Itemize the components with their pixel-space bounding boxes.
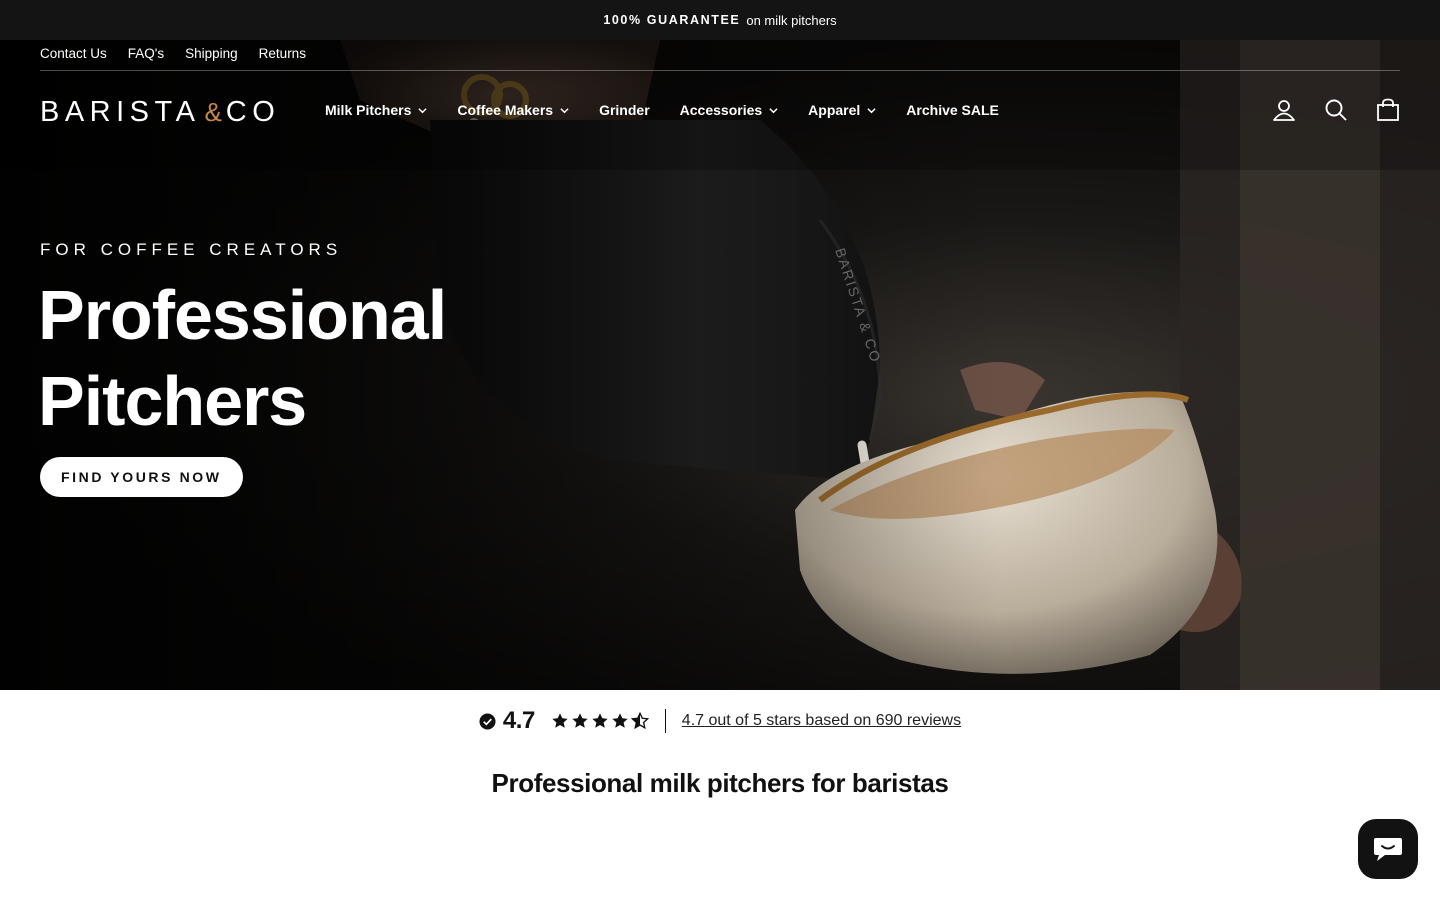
logo-text-left: BARISTA xyxy=(40,95,201,128)
nav-item-label: Milk Pitchers xyxy=(325,102,412,118)
logo-text-right: CO xyxy=(225,95,281,128)
nav-item-label: Archive SALE xyxy=(906,102,999,118)
reviews-divider xyxy=(664,709,666,733)
announcement-bold: 100% GUARANTEE xyxy=(603,13,741,27)
star-icon xyxy=(552,713,568,728)
nav-item-grinder[interactable]: Grinder xyxy=(599,102,650,118)
cart-icon[interactable] xyxy=(1376,98,1400,122)
nav-item-label: Coffee Makers xyxy=(457,102,554,118)
nav-item-archive-sale[interactable]: Archive SALE xyxy=(906,102,999,118)
chevron-down-icon xyxy=(560,107,569,113)
find-yours-now-button[interactable]: FIND YOURS NOW xyxy=(40,457,243,497)
hero-headline-line1: Professional xyxy=(38,276,447,354)
hero-headline-line2: Pitchers xyxy=(38,362,307,440)
chevron-down-icon xyxy=(418,107,427,113)
section-title: Professional milk pitchers for baristas xyxy=(491,768,949,798)
hero-headline: Professional Pitchers xyxy=(38,272,447,444)
logo-ampersand: & xyxy=(204,96,222,127)
utility-link-faqs[interactable]: FAQ's xyxy=(128,46,164,61)
nav-item-label: Accessories xyxy=(679,102,763,118)
half-star-icon xyxy=(630,712,649,730)
star-icon xyxy=(572,713,588,728)
hero-eyebrow: FOR COFFEE CREATORS xyxy=(40,240,343,259)
search-icon[interactable] xyxy=(1324,98,1348,122)
star-rating xyxy=(551,712,649,730)
nav-item-label: Grinder xyxy=(599,102,650,118)
account-icon[interactable] xyxy=(1272,98,1296,122)
nav-item-accessories[interactable]: Accessories xyxy=(680,102,779,118)
header-icons xyxy=(1272,98,1400,122)
verified-check-icon xyxy=(479,712,496,730)
nav-item-apparel[interactable]: Apparel xyxy=(808,102,876,118)
site-logo[interactable]: BARISTA & CO xyxy=(40,95,281,128)
nav-item-label: Apparel xyxy=(808,102,861,118)
main-nav: Milk Pitchers Coffee Makers Grinder Acce… xyxy=(325,102,999,118)
nav-item-milk-pitchers[interactable]: Milk Pitchers xyxy=(325,102,427,118)
utility-link-shipping[interactable]: Shipping xyxy=(185,46,238,61)
chevron-down-icon xyxy=(867,107,876,113)
announcement-bar: 100% GUARANTEE on milk pitchers xyxy=(0,0,1440,40)
announcement-text: on milk pitchers xyxy=(746,12,837,28)
chevron-down-icon xyxy=(769,107,778,113)
hero-banner: BARISTA & CO Contact Us FAQ's Shipping R… xyxy=(0,40,1440,690)
utility-link-returns[interactable]: Returns xyxy=(259,46,306,61)
chat-button[interactable] xyxy=(1358,819,1418,879)
reviews-summary: 4.7 4.7 out of 5 stars based on 690 revi… xyxy=(0,706,1440,736)
utility-nav: Contact Us FAQ's Shipping Returns xyxy=(40,46,306,61)
reviews-link[interactable]: 4.7 out of 5 stars based on 690 reviews xyxy=(682,712,961,730)
utility-link-contact-us[interactable]: Contact Us xyxy=(40,46,107,61)
nav-item-coffee-makers[interactable]: Coffee Makers xyxy=(457,102,569,118)
header-divider xyxy=(40,70,1400,71)
chat-bubble-icon xyxy=(1374,838,1402,861)
star-icon xyxy=(592,713,608,728)
review-score: 4.7 xyxy=(502,707,535,734)
star-icon xyxy=(612,713,628,728)
